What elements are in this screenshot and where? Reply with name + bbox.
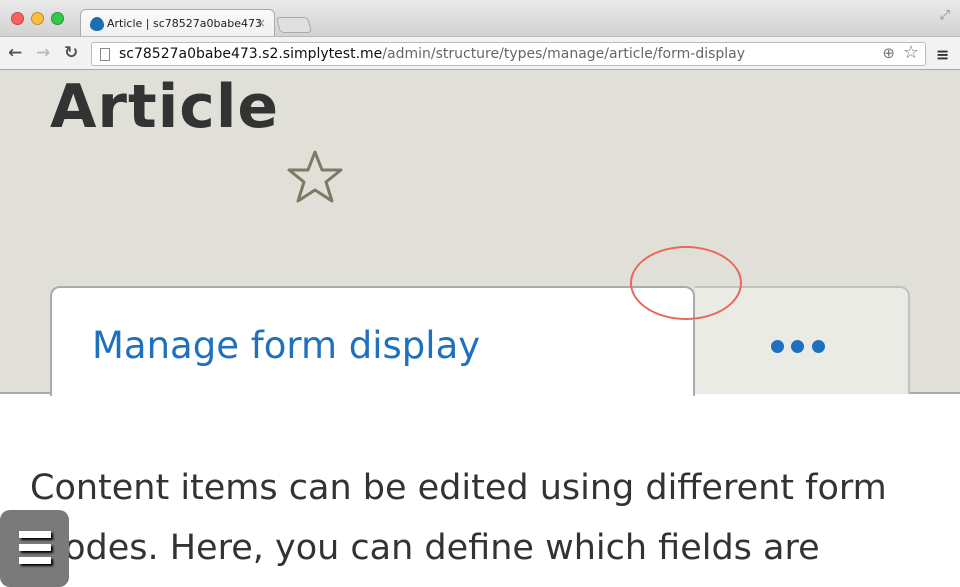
browser-titlebar: Article | sc78527a0babe473 × ⤢	[0, 0, 960, 37]
tab-manage-form-display[interactable]: Manage form display	[50, 286, 695, 396]
minimize-window-button[interactable]	[31, 12, 44, 25]
url-host: sc78527a0babe473.s2.simplytest.me	[119, 46, 383, 62]
back-icon[interactable]: ←	[8, 43, 22, 63]
browser-toolbar: ← → ↻ sc78527a0babe473.s2.simplytest.me/…	[0, 36, 960, 70]
bookmark-star-icon[interactable]: ☆	[903, 42, 919, 63]
fullscreen-icon[interactable]: ⤢	[940, 8, 950, 23]
url-path: /admin/structure/types/manage/article/fo…	[382, 46, 746, 62]
close-tab-icon[interactable]: ×	[256, 16, 266, 30]
new-tab-button[interactable]	[275, 17, 313, 33]
address-bar[interactable]: sc78527a0babe473.s2.simplytest.me/admin/…	[91, 42, 926, 66]
zoom-icon[interactable]: ⊕	[882, 44, 895, 62]
forward-icon[interactable]: →	[36, 43, 50, 63]
drupal-favicon-icon	[90, 17, 104, 31]
close-window-button[interactable]	[11, 12, 24, 25]
browser-tab[interactable]: Article | sc78527a0babe473 ×	[80, 9, 275, 37]
page-title: Article	[50, 72, 280, 142]
toolbar-menu-button[interactable]	[0, 510, 69, 587]
shortcut-star-icon[interactable]	[285, 148, 345, 208]
reload-icon[interactable]: ↻	[64, 43, 78, 63]
tab-title: Article | sc78527a0babe473	[107, 17, 262, 30]
page-description: Content items can be edited using differ…	[30, 468, 887, 568]
annotation-circle	[630, 246, 742, 320]
page-icon	[100, 48, 110, 61]
chrome-menu-icon[interactable]: ≡	[936, 45, 949, 64]
tab-label: Manage form display	[92, 324, 481, 367]
zoom-window-button[interactable]	[51, 12, 64, 25]
